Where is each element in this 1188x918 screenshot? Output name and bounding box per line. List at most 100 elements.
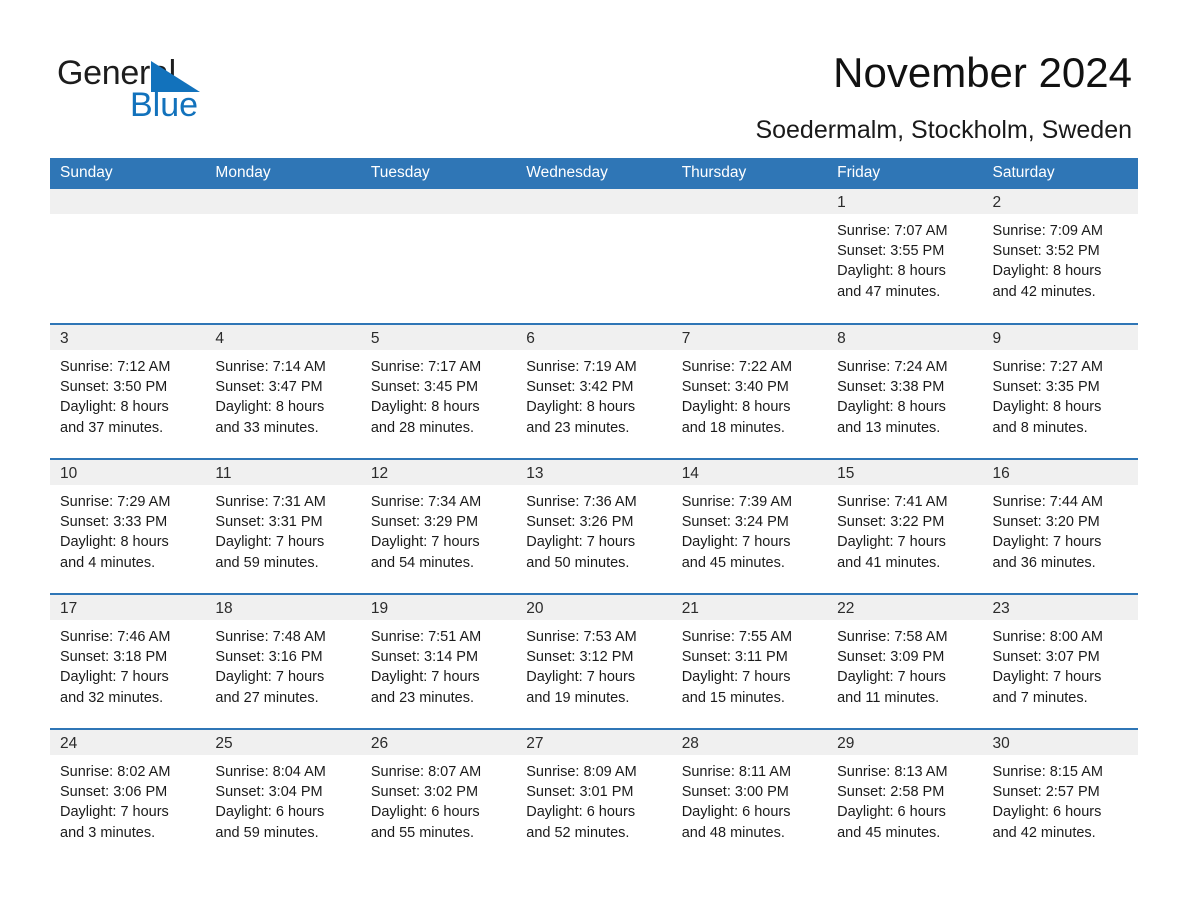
daylight-duration: Daylight: 8 hours bbox=[837, 263, 946, 280]
day-cell-inner: 12 Sunrise: 7:34 AM Sunset: 3:29 PM Dayligh… bbox=[360, 460, 517, 593]
daylight-duration-cont: and 45 minutes. bbox=[681, 554, 785, 571]
sunrise-time: Sunrise: 7:29 AM bbox=[60, 494, 171, 510]
sunset-time: Sunset: 3:38 PM bbox=[837, 379, 945, 396]
sunset-time: Sunset: 3:07 PM bbox=[992, 649, 1100, 666]
calendar-day-cell[interactable]: 16 Sunrise: 7:44 AM Sunset: 3:20 PM Dayligh… bbox=[982, 458, 1138, 594]
calendar-day-cell[interactable]: 2 Sunrise: 7:09 AM Sunset: 3:52 PM Daylight… bbox=[982, 189, 1138, 324]
day-cell-inner: 7 Sunrise: 7:22 AM Sunset: 3:40 PM Daylight… bbox=[671, 325, 828, 458]
sunset-time: Sunset: 3:20 PM bbox=[992, 514, 1100, 531]
day-cell-inner: 8 Sunrise: 7:24 AM Sunset: 3:38 PM Daylight… bbox=[827, 325, 983, 458]
daylight-duration: Daylight: 8 hours bbox=[60, 534, 169, 551]
day-detail-text bbox=[672, 214, 827, 221]
day-detail-text: Sunrise: 7:14 AM Sunset: 3:47 PM Daylight:… bbox=[205, 350, 360, 438]
daylight-duration: Daylight: 6 hours bbox=[215, 804, 325, 821]
daylight-duration-cont: and 19 minutes. bbox=[526, 689, 630, 706]
calendar-day-cell[interactable]: 24 Sunrise: 8:02 AM Sunset: 3:06 PM Dayligh… bbox=[50, 728, 206, 864]
sunset-time: Sunset: 3:18 PM bbox=[60, 649, 168, 666]
weekday-header-friday: Friday bbox=[827, 158, 983, 189]
daylight-duration: Daylight: 7 hours bbox=[60, 669, 169, 686]
day-cell-inner bbox=[360, 189, 517, 323]
sunset-time: Sunset: 3:45 PM bbox=[370, 379, 479, 396]
weekday-header-monday: Monday bbox=[205, 158, 361, 189]
day-number: 22 bbox=[827, 595, 983, 620]
calendar-day-cell[interactable]: 1 Sunrise: 7:07 AM Sunset: 3:55 PM Daylight… bbox=[827, 189, 983, 324]
daylight-duration-cont: and 45 minutes. bbox=[837, 824, 941, 841]
sunset-time: Sunset: 3:00 PM bbox=[681, 784, 789, 801]
calendar-day-cell[interactable]: 27 Sunrise: 8:09 AM Sunset: 3:01 PM Dayligh… bbox=[516, 728, 672, 864]
sunset-time: Sunset: 2:58 PM bbox=[837, 784, 945, 801]
daylight-duration: Daylight: 7 hours bbox=[992, 669, 1102, 686]
calendar-day-cell[interactable]: 15 Sunrise: 7:41 AM Sunset: 3:22 PM Dayligh… bbox=[827, 458, 983, 594]
sunset-time: Sunset: 3:52 PM bbox=[992, 243, 1100, 260]
day-number: 11 bbox=[205, 460, 361, 485]
calendar-day-cell[interactable]: 3 Sunrise: 7:12 AM Sunset: 3:50 PM Daylight… bbox=[50, 323, 206, 459]
day-cell-inner: 20 Sunrise: 7:53 AM Sunset: 3:12 PM Dayligh… bbox=[516, 595, 672, 728]
day-cell-inner: 2 Sunrise: 7:09 AM Sunset: 3:52 PM Daylight… bbox=[982, 189, 1138, 323]
day-number: 13 bbox=[516, 460, 672, 485]
day-detail-text: Sunrise: 7:44 AM Sunset: 3:20 PM Daylight:… bbox=[983, 485, 1138, 573]
calendar-page: General Blue November 2024 Soedermalm, S… bbox=[0, 0, 1188, 918]
calendar-day-cell[interactable]: 22 Sunrise: 7:58 AM Sunset: 3:09 PM Dayligh… bbox=[827, 593, 983, 729]
daylight-duration-cont: and 48 minutes. bbox=[681, 824, 785, 841]
calendar-day-cell[interactable]: 10 Sunrise: 7:29 AM Sunset: 3:33 PM Dayligh… bbox=[50, 458, 206, 594]
calendar-day-cell[interactable]: 4 Sunrise: 7:14 AM Sunset: 3:47 PM Daylight… bbox=[205, 323, 361, 459]
calendar-day-cell[interactable]: 19 Sunrise: 7:51 AM Sunset: 3:14 PM Dayligh… bbox=[360, 593, 517, 729]
calendar-day-cell[interactable]: 9 Sunrise: 7:27 AM Sunset: 3:35 PM Daylight… bbox=[982, 323, 1138, 459]
calendar-day-cell[interactable]: 8 Sunrise: 7:24 AM Sunset: 3:38 PM Daylight… bbox=[827, 323, 983, 459]
day-detail-text: Sunrise: 7:07 AM Sunset: 3:55 PM Daylight:… bbox=[827, 214, 982, 302]
day-cell-inner: 16 Sunrise: 7:44 AM Sunset: 3:20 PM Dayligh… bbox=[982, 460, 1138, 593]
day-number bbox=[671, 189, 828, 214]
day-detail-text bbox=[516, 214, 671, 221]
sunrise-time: Sunrise: 7:36 AM bbox=[526, 494, 637, 510]
daylight-duration: Daylight: 7 hours bbox=[215, 669, 325, 686]
calendar-day-cell[interactable]: 28 Sunrise: 8:11 AM Sunset: 3:00 PM Dayligh… bbox=[671, 728, 828, 864]
calendar-day-cell[interactable]: 29 Sunrise: 8:13 AM Sunset: 2:58 PM Dayligh… bbox=[827, 728, 983, 864]
calendar-day-cell[interactable]: 30 Sunrise: 8:15 AM Sunset: 2:57 PM Dayligh… bbox=[982, 728, 1138, 864]
day-detail-text: Sunrise: 8:09 AM Sunset: 3:01 PM Daylight:… bbox=[516, 755, 671, 843]
day-cell-inner: 5 Sunrise: 7:17 AM Sunset: 3:45 PM Daylight… bbox=[360, 325, 517, 458]
calendar-day-cell[interactable]: 12 Sunrise: 7:34 AM Sunset: 3:29 PM Dayligh… bbox=[360, 458, 517, 594]
calendar-day-cell[interactable]: 5 Sunrise: 7:17 AM Sunset: 3:45 PM Daylight… bbox=[360, 323, 517, 459]
calendar-day-cell[interactable]: 18 Sunrise: 7:48 AM Sunset: 3:16 PM Dayligh… bbox=[205, 593, 361, 729]
calendar-day-cell[interactable]: 17 Sunrise: 7:46 AM Sunset: 3:18 PM Dayligh… bbox=[50, 593, 206, 729]
day-number: 17 bbox=[50, 595, 206, 620]
day-number: 5 bbox=[360, 325, 517, 350]
calendar-day-cell[interactable]: 20 Sunrise: 7:53 AM Sunset: 3:12 PM Dayligh… bbox=[516, 593, 672, 729]
sunrise-time: Sunrise: 7:14 AM bbox=[215, 359, 326, 375]
sunset-time: Sunset: 3:02 PM bbox=[370, 784, 479, 801]
daylight-duration-cont: and 42 minutes. bbox=[992, 283, 1096, 300]
day-detail-text: Sunrise: 7:36 AM Sunset: 3:26 PM Daylight:… bbox=[516, 485, 671, 573]
calendar-day-cell[interactable]: 25 Sunrise: 8:04 AM Sunset: 3:04 PM Dayligh… bbox=[205, 728, 361, 864]
day-number: 3 bbox=[50, 325, 206, 350]
calendar-week-row: 17 Sunrise: 7:46 AM Sunset: 3:18 PM Dayligh… bbox=[50, 593, 1138, 729]
sunset-time: Sunset: 3:14 PM bbox=[370, 649, 479, 666]
daylight-duration-cont: and 37 minutes. bbox=[60, 419, 164, 436]
day-number: 19 bbox=[360, 595, 517, 620]
day-cell-inner: 11 Sunrise: 7:31 AM Sunset: 3:31 PM Dayligh… bbox=[205, 460, 361, 593]
sunset-time: Sunset: 3:16 PM bbox=[215, 649, 323, 666]
daylight-duration: Daylight: 7 hours bbox=[992, 534, 1102, 551]
calendar-week-row: 1 Sunrise: 7:07 AM Sunset: 3:55 PM Daylight… bbox=[50, 189, 1138, 324]
calendar-day-cell[interactable]: 21 Sunrise: 7:55 AM Sunset: 3:11 PM Dayligh… bbox=[671, 593, 828, 729]
sunset-time: Sunset: 3:55 PM bbox=[837, 243, 945, 260]
day-number: 7 bbox=[671, 325, 828, 350]
general-blue-logo[interactable]: General Blue bbox=[57, 55, 317, 125]
day-cell-inner: 22 Sunrise: 7:58 AM Sunset: 3:09 PM Dayligh… bbox=[827, 595, 983, 728]
calendar-day-cell[interactable]: 23 Sunrise: 8:00 AM Sunset: 3:07 PM Dayligh… bbox=[982, 593, 1138, 729]
daylight-duration-cont: and 23 minutes. bbox=[370, 689, 475, 706]
weekday-header-row: Sunday Monday Tuesday Wednesday Thursday Frid… bbox=[50, 158, 1138, 189]
sunset-time: Sunset: 3:29 PM bbox=[370, 514, 479, 531]
daylight-duration: Daylight: 8 hours bbox=[215, 399, 325, 416]
calendar-day-cell[interactable]: 13 Sunrise: 7:36 AM Sunset: 3:26 PM Dayligh… bbox=[516, 458, 672, 594]
calendar-day-cell[interactable]: 26 Sunrise: 8:07 AM Sunset: 3:02 PM Dayligh… bbox=[360, 728, 517, 864]
calendar-day-cell[interactable]: 7 Sunrise: 7:22 AM Sunset: 3:40 PM Daylight… bbox=[671, 323, 828, 459]
day-number: 6 bbox=[516, 325, 672, 350]
day-number: 27 bbox=[516, 730, 672, 755]
daylight-duration: Daylight: 7 hours bbox=[681, 669, 791, 686]
calendar-day-cell[interactable]: 11 Sunrise: 7:31 AM Sunset: 3:31 PM Dayligh… bbox=[205, 458, 361, 594]
calendar-day-cell[interactable]: 14 Sunrise: 7:39 AM Sunset: 3:24 PM Dayligh… bbox=[671, 458, 828, 594]
daylight-duration: Daylight: 7 hours bbox=[837, 669, 946, 686]
calendar-day-cell[interactable]: 6 Sunrise: 7:19 AM Sunset: 3:42 PM Daylight… bbox=[516, 323, 672, 459]
sunrise-time: Sunrise: 7:27 AM bbox=[992, 359, 1103, 375]
day-detail-text: Sunrise: 7:34 AM Sunset: 3:29 PM Daylight:… bbox=[361, 485, 516, 573]
